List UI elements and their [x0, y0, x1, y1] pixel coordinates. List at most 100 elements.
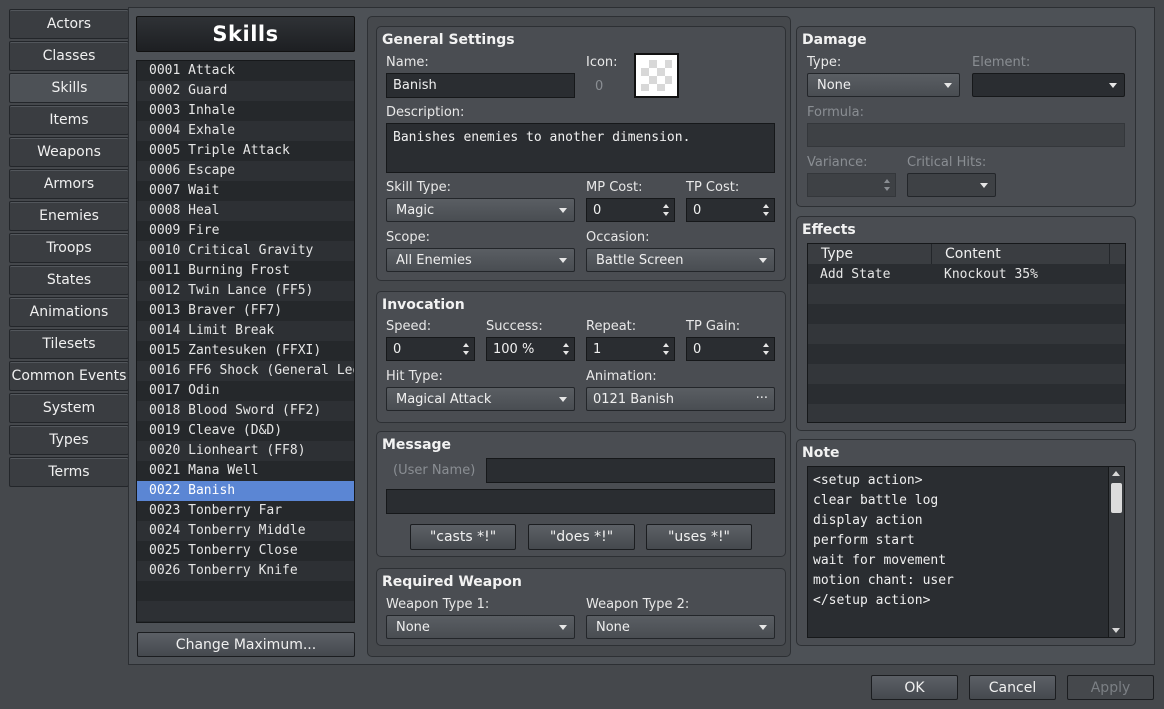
effects-header-content[interactable]: Content — [932, 244, 1110, 264]
list-item[interactable]: 0011 Burning Frost — [137, 261, 354, 281]
tab-system[interactable]: System — [9, 393, 129, 423]
critical-hits-select[interactable] — [907, 173, 996, 197]
scroll-down-icon[interactable] — [1112, 628, 1120, 633]
weapon-type1-select[interactable]: None — [386, 615, 575, 639]
occasion-select[interactable]: Battle Screen — [586, 248, 775, 272]
skills-list[interactable]: 0001 Attack 0002 Guard 0003 Inhale 0004 Exh… — [136, 60, 355, 623]
success-stepper[interactable]: 100 % — [486, 337, 575, 361]
scope-select[interactable]: All Enemies — [386, 248, 575, 272]
spin-up-icon[interactable] — [563, 343, 569, 347]
message-line1-input[interactable] — [486, 458, 775, 483]
tab-troops[interactable]: Troops — [9, 233, 129, 263]
list-item[interactable]: 0020 Lionheart (FF8) — [137, 441, 354, 461]
note-scrollbar[interactable] — [1108, 467, 1124, 637]
list-item[interactable]: 0025 Tonberry Close — [137, 541, 354, 561]
tab-weapons[interactable]: Weapons — [9, 137, 129, 167]
does-button[interactable]: "does *!" — [528, 524, 635, 550]
effects-header-type[interactable]: Type — [808, 244, 932, 264]
uses-button[interactable]: "uses *!" — [646, 524, 752, 550]
damage-type-select[interactable]: None — [807, 73, 960, 97]
spin-down-icon[interactable] — [463, 351, 469, 355]
note-textarea[interactable]: <setup action> clear battle log display ac… — [807, 466, 1125, 638]
list-item[interactable]: 0004 Exhale — [137, 121, 354, 141]
list-item[interactable]: 0017 Odin — [137, 381, 354, 401]
ok-button[interactable]: OK — [871, 675, 958, 700]
tab-animations[interactable]: Animations — [9, 297, 129, 327]
spin-up-icon[interactable] — [763, 343, 769, 347]
repeat-stepper[interactable]: 1 — [586, 337, 675, 361]
spin-down-icon[interactable] — [763, 351, 769, 355]
element-select[interactable] — [972, 73, 1125, 97]
tab-states[interactable]: States — [9, 265, 129, 295]
spin-up-icon[interactable] — [663, 204, 669, 208]
list-item[interactable]: 0019 Cleave (D&D) — [137, 421, 354, 441]
effects-row[interactable] — [808, 284, 1125, 304]
tab-actors[interactable]: Actors — [9, 9, 129, 39]
spin-up-icon[interactable] — [763, 204, 769, 208]
description-input[interactable]: Banishes enemies to another dimension. — [386, 123, 775, 173]
list-item[interactable]: 0014 Limit Break — [137, 321, 354, 341]
scroll-up-icon[interactable] — [1112, 471, 1120, 476]
list-item[interactable]: 0024 Tonberry Middle — [137, 521, 354, 541]
tab-items[interactable]: Items — [9, 105, 129, 135]
weapon-type2-select[interactable]: None — [586, 615, 775, 639]
list-item[interactable]: 0002 Guard — [137, 81, 354, 101]
spin-up-icon[interactable] — [884, 179, 890, 183]
list-item[interactable]: 0013 Braver (FF7) — [137, 301, 354, 321]
list-item[interactable]: 0018 Blood Sword (FF2) — [137, 401, 354, 421]
spin-down-icon[interactable] — [563, 351, 569, 355]
list-item[interactable]: 0005 Triple Attack — [137, 141, 354, 161]
effects-row[interactable] — [808, 384, 1125, 404]
message-line2-input[interactable] — [386, 489, 775, 514]
name-input[interactable]: Banish — [386, 73, 575, 98]
list-item[interactable]: 0022 Banish — [137, 481, 354, 501]
list-item[interactable]: 0010 Critical Gravity — [137, 241, 354, 261]
icon-picker[interactable] — [634, 53, 679, 98]
hit-type-select[interactable]: Magical Attack — [386, 387, 575, 411]
effects-row[interactable] — [808, 304, 1125, 324]
spin-down-icon[interactable] — [884, 187, 890, 191]
tab-armors[interactable]: Armors — [9, 169, 129, 199]
list-item[interactable]: 0021 Mana Well — [137, 461, 354, 481]
tab-types[interactable]: Types — [9, 425, 129, 455]
spin-up-icon[interactable] — [463, 343, 469, 347]
skill-type-select[interactable]: Magic — [386, 198, 575, 222]
speed-stepper[interactable]: 0 — [386, 337, 475, 361]
cancel-button[interactable]: Cancel — [969, 675, 1056, 700]
list-item[interactable]: 0023 Tonberry Far — [137, 501, 354, 521]
spin-down-icon[interactable] — [763, 212, 769, 216]
effects-row[interactable] — [808, 404, 1125, 422]
effects-row[interactable] — [808, 344, 1125, 364]
mp-cost-stepper[interactable]: 0 — [586, 198, 675, 222]
formula-input[interactable] — [807, 123, 1125, 147]
tab-enemies[interactable]: Enemies — [9, 201, 129, 231]
effects-row[interactable]: Add State Knockout 35% — [808, 264, 1125, 284]
animation-picker[interactable]: 0121 Banish ··· — [586, 387, 775, 411]
tp-cost-stepper[interactable]: 0 — [686, 198, 775, 222]
list-item[interactable]: 0003 Inhale — [137, 101, 354, 121]
list-item[interactable]: 0007 Wait — [137, 181, 354, 201]
tab-tilesets[interactable]: Tilesets — [9, 329, 129, 359]
spin-down-icon[interactable] — [663, 351, 669, 355]
list-item[interactable]: 0015 Zantesuken (FFXI) — [137, 341, 354, 361]
list-item[interactable]: 0006 Escape — [137, 161, 354, 181]
tab-skills[interactable]: Skills — [9, 73, 130, 103]
spin-down-icon[interactable] — [663, 212, 669, 216]
variance-stepper[interactable] — [807, 173, 896, 197]
apply-button[interactable]: Apply — [1067, 675, 1154, 700]
effects-row[interactable] — [808, 324, 1125, 344]
tp-gain-stepper[interactable]: 0 — [686, 337, 775, 361]
list-item[interactable]: 0001 Attack — [137, 61, 354, 81]
list-item[interactable]: 0009 Fire — [137, 221, 354, 241]
tab-terms[interactable]: Terms — [9, 457, 129, 487]
change-maximum-button[interactable]: Change Maximum... — [137, 632, 355, 657]
tab-classes[interactable]: Classes — [9, 41, 129, 71]
scroll-thumb[interactable] — [1111, 483, 1122, 513]
list-item[interactable]: 0026 Tonberry Knife — [137, 561, 354, 581]
list-item[interactable]: 0016 FF6 Shock (General Leo) — [137, 361, 354, 381]
ellipsis-icon[interactable]: ··· — [756, 391, 768, 406]
spin-up-icon[interactable] — [663, 343, 669, 347]
effects-row[interactable] — [808, 364, 1125, 384]
effects-table[interactable]: Type Content Add State Knockout 35% — [807, 243, 1126, 423]
casts-button[interactable]: "casts *!" — [410, 524, 516, 550]
